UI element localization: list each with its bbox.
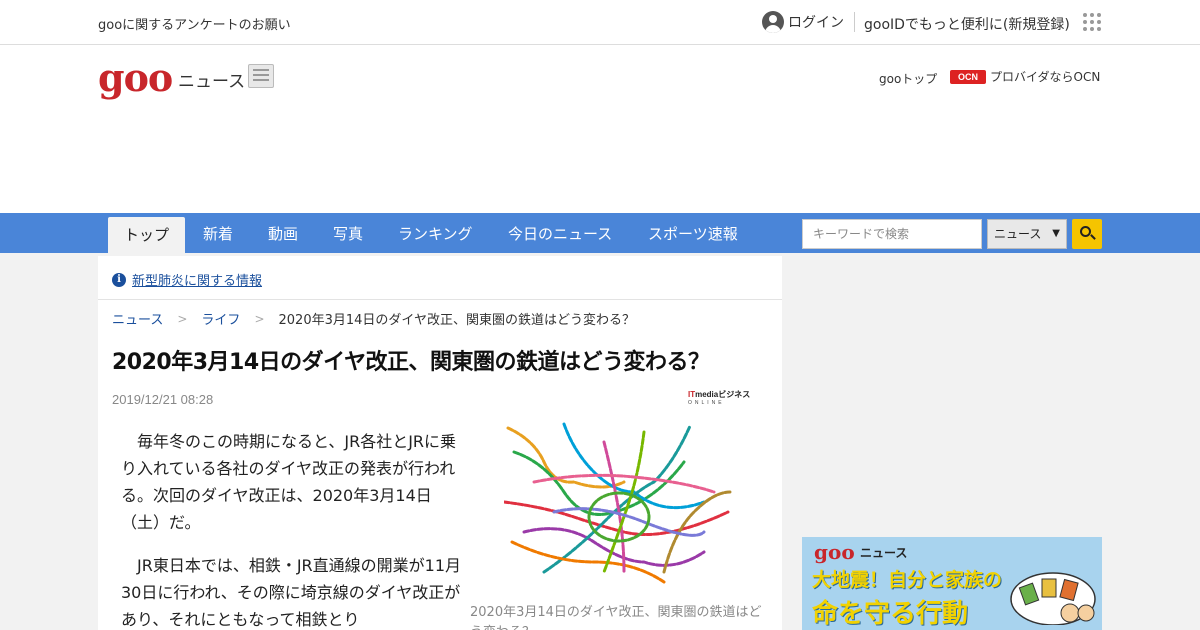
source-logo-name: mediaビジネス <box>695 390 751 399</box>
breadcrumb-life[interactable]: ライフ <box>201 309 240 328</box>
source-logo-online: ONLINE <box>688 400 725 406</box>
logo-subtitle[interactable]: ニュース <box>178 67 245 92</box>
breadcrumb-separator: > <box>254 311 265 326</box>
article-panel: i 新型肺炎に関する情報 ニュース > ライフ > 2020年3月14日のダイヤ… <box>98 256 782 630</box>
breadcrumb-current: 2020年3月14日のダイヤ改正、関東圏の鉄道はどう変わる？ <box>278 313 636 328</box>
info-icon: i <box>112 272 126 287</box>
search-scope-select[interactable]: ニュース ▼ <box>987 219 1067 249</box>
breadcrumb: ニュース > ライフ > 2020年3月14日のダイヤ改正、関東圏の鉄道はどう変… <box>112 309 636 329</box>
newspaper-icon <box>248 64 274 88</box>
source-logo[interactable]: ITmediaビジネス ONLINE <box>688 389 750 407</box>
image-caption: 2020年3月14日のダイヤ改正、関東圏の鉄道はどう変わる？ <box>470 605 762 630</box>
breadcrumb-news[interactable]: ニュース <box>112 309 163 328</box>
paragraph: 毎年冬のこの時期になると、JR各社とJRに乗り入れている各社のダイヤ改正の発表が… <box>121 432 457 532</box>
railway-map-image[interactable] <box>504 422 736 588</box>
earthquake-banner[interactable]: goo ニュース 大地震！自分と家族の 命を守る行動 <box>802 537 1102 630</box>
goo-logo[interactable]: goo <box>98 58 173 98</box>
login-button[interactable]: ログイン <box>762 10 844 34</box>
tab-top[interactable]: トップ <box>108 217 186 253</box>
covid-info-label: 新型肺炎に関する情報 <box>132 274 263 289</box>
family-illustration-icon <box>1010 572 1096 625</box>
app-grid-icon[interactable] <box>1083 13 1101 31</box>
register-link[interactable]: gooIDでもっと便利に(新規登録) <box>864 14 1070 34</box>
search-input[interactable]: キーワードで検索 <box>802 219 982 249</box>
divider <box>98 299 782 300</box>
ocn-label: プロバイダならOCN <box>990 70 1101 84</box>
banner-headline-1: 大地震！自分と家族の <box>812 569 1003 591</box>
search-button[interactable] <box>1072 219 1102 249</box>
search-scope-value: ニュース <box>994 227 1042 241</box>
goo-top-link[interactable]: gooトップ <box>879 70 937 87</box>
ocn-logo-icon: OCN <box>950 69 986 84</box>
login-label: ログイン <box>788 15 844 31</box>
article-title: 2020年3月14日のダイヤ改正、関東圏の鉄道はどう変わる？ <box>112 350 710 375</box>
tab-ranking[interactable]: ランキング <box>398 213 473 253</box>
utility-bar: gooに関するアンケートのお願い ログイン gooIDでもっと便利に(新規登録) <box>0 0 1200 45</box>
banner-goo-logo: goo <box>814 540 855 564</box>
tab-photo[interactable]: 写真 <box>333 213 363 253</box>
article-body: 毎年冬のこの時期になると、JR各社とJRに乗り入れている各社のダイヤ改正の発表が… <box>121 428 463 630</box>
banner-headline-2: 命を守る行動 <box>812 599 969 629</box>
paragraph: JR東日本では、相鉄・JR直通線の開業が11月30日に行われ、その際に埼京線のダ… <box>121 556 462 629</box>
covid-info-link[interactable]: i 新型肺炎に関する情報 <box>112 270 262 289</box>
dropdown-arrow-icon: ▼ <box>1052 228 1060 239</box>
breadcrumb-separator: > <box>177 311 188 326</box>
tab-sports[interactable]: スポーツ速報 <box>648 213 738 253</box>
tab-today-news[interactable]: 今日のニュース <box>508 213 612 253</box>
article-date: 2019/12/21 08:28 <box>112 392 214 407</box>
tab-video[interactable]: 動画 <box>268 213 298 253</box>
survey-link[interactable]: gooに関するアンケートのお願い <box>98 14 291 33</box>
divider <box>854 12 855 32</box>
banner-logo-subtitle: ニュース <box>860 546 908 560</box>
user-avatar-icon <box>762 11 784 33</box>
tab-new[interactable]: 新着 <box>203 213 233 253</box>
ocn-link[interactable]: OCN プロバイダならOCN <box>950 68 1100 85</box>
